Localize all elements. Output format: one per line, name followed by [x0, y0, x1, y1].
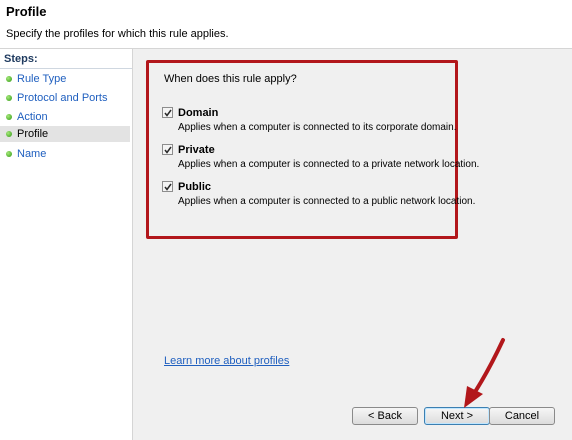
private-checkbox[interactable]: [162, 144, 173, 155]
page-subtitle: Specify the profiles for which this rule…: [6, 28, 229, 40]
wizard-header: Profile Specify the profiles for which t…: [0, 0, 572, 49]
sidebar-item-rule-type[interactable]: Rule Type: [0, 71, 130, 87]
domain-description: Applies when a computer is connected to …: [178, 122, 457, 133]
sidebar-item-label: Protocol and Ports: [17, 92, 108, 104]
public-checkbox[interactable]: [162, 181, 173, 192]
main-panel: When does this rule apply? Domain Applie…: [133, 49, 572, 440]
checkmark-icon: [164, 183, 172, 191]
sidebar-item-protocol-and-ports[interactable]: Protocol and Ports: [0, 90, 130, 106]
domain-checkbox[interactable]: [162, 107, 173, 118]
profile-options-highlight: When does this rule apply? Domain Applie…: [146, 60, 479, 239]
question-label: When does this rule apply?: [164, 73, 297, 85]
back-button[interactable]: < Back: [352, 407, 418, 425]
steps-sidebar: Steps: Rule Type Protocol and Ports Acti…: [0, 49, 133, 440]
sidebar-item-label: Name: [17, 148, 47, 160]
learn-more-profiles-link[interactable]: Learn more about profiles: [164, 355, 289, 367]
step-complete-icon: [6, 95, 12, 101]
page-title: Profile: [6, 4, 47, 19]
step-pending-icon: [6, 151, 12, 157]
step-complete-icon: [6, 114, 12, 120]
private-description: Applies when a computer is connected to …: [178, 159, 480, 170]
sidebar-item-profile[interactable]: Profile: [0, 126, 130, 142]
public-description: Applies when a computer is connected to …: [178, 196, 476, 207]
cancel-button[interactable]: Cancel: [489, 407, 555, 425]
private-label: Private: [178, 144, 215, 156]
sidebar-item-label: Rule Type: [17, 73, 67, 85]
sidebar-item-action[interactable]: Action: [0, 109, 130, 125]
sidebar-item-name[interactable]: Name: [0, 146, 130, 162]
public-label: Public: [178, 181, 212, 193]
steps-heading: Steps:: [0, 51, 132, 69]
step-complete-icon: [6, 76, 12, 82]
next-button[interactable]: Next >: [424, 407, 490, 425]
sidebar-item-label: Profile: [17, 128, 49, 140]
step-current-icon: [6, 131, 12, 137]
sidebar-item-label: Action: [17, 111, 48, 123]
checkmark-icon: [164, 109, 172, 117]
domain-label: Domain: [178, 107, 219, 119]
checkmark-icon: [164, 146, 172, 154]
steps-heading-label: Steps:: [4, 53, 38, 65]
